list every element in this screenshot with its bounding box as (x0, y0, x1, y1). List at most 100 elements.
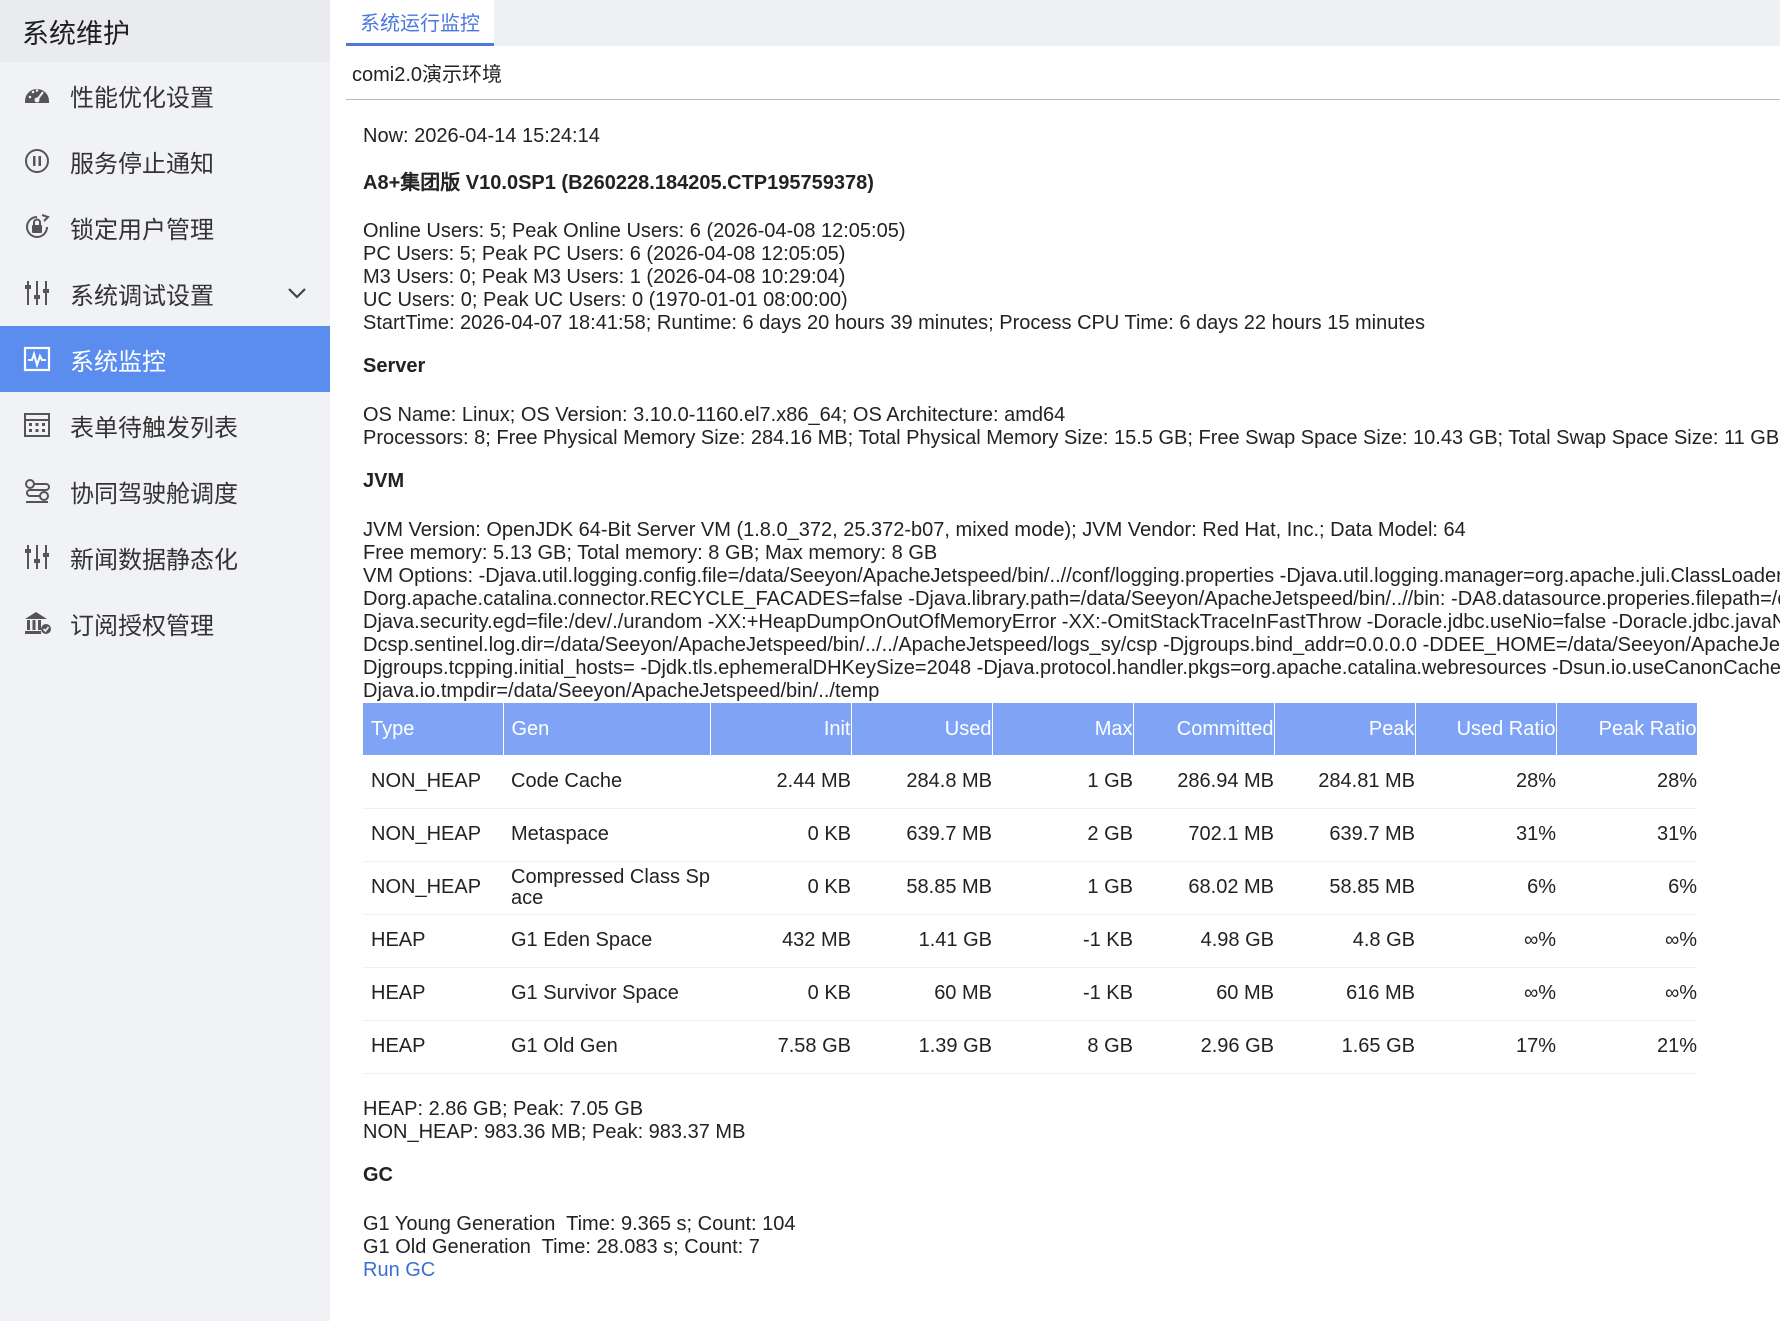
cell-peak: 616 MB (1274, 967, 1415, 1021)
non-heap-summary-line: NON_HEAP: 983.36 MB; Peak: 983.37 MB (363, 1120, 746, 1143)
sidebar-item-news-static[interactable]: 新闻数据静态化 (0, 524, 330, 590)
run-gc-link[interactable]: Run GC (363, 1259, 435, 1281)
sidebar-item-service-stop[interactable]: 服务停止通知 (0, 128, 330, 194)
cell-gen: G1 Survivor Space (503, 967, 710, 1021)
sidebar-item-subscription-auth[interactable]: 订阅授权管理 (0, 590, 330, 656)
cell-used: 1.39 GB (851, 1020, 992, 1074)
monitor-content: Now: 2026-04-14 15:24:14 A8+集团版 V10.0SP1… (346, 100, 1780, 1282)
lock-user-icon (22, 212, 52, 242)
schedule-icon (22, 476, 52, 506)
cell-used: 58.85 MB (851, 861, 992, 915)
cell-used: 60 MB (851, 967, 992, 1021)
cell-type: NON_HEAP (363, 755, 503, 809)
sidebar-item-label: 订阅授权管理 (70, 612, 214, 640)
cell-init: 432 MB (710, 914, 851, 968)
cell-peak-ratio: 28% (1556, 755, 1697, 809)
user-stats-line: Online Users: 5; Peak Online Users: 6 (2… (363, 220, 906, 242)
cell-max: 1 GB (992, 755, 1133, 809)
sidebar-item-label: 新闻数据静态化 (70, 546, 238, 574)
column-header-gen: Gen (503, 703, 711, 755)
cell-used-ratio: 31% (1415, 808, 1556, 862)
cell-used: 639.7 MB (851, 808, 992, 862)
cell-peak-ratio: 21% (1556, 1020, 1697, 1074)
vm-options-line: Djava.io.tmpdir=/data/Seeyon/ApacheJetsp… (363, 680, 880, 702)
table-header-row: Type Gen Init Used Max Committed Peak Us… (363, 703, 1698, 755)
cell-init: 0 KB (710, 861, 851, 915)
cell-type: NON_HEAP (363, 861, 503, 915)
cell-used-ratio: 6% (1415, 861, 1556, 915)
cell-type: HEAP (363, 967, 503, 1021)
sliders-icon (22, 542, 52, 572)
cell-committed: 2.96 GB (1133, 1020, 1274, 1074)
cell-max: -1 KB (992, 914, 1133, 968)
sidebar-item-label: 系统调试设置 (70, 282, 214, 310)
sidebar-item-label: 表单待触发列表 (70, 414, 238, 442)
user-stats-line: M3 Users: 0; Peak M3 Users: 1 (2026-04-0… (363, 266, 846, 288)
sidebar-item-debug-settings[interactable]: 系统调试设置 (0, 260, 330, 326)
heap-summary-line: HEAP: 2.86 GB; Peak: 7.05 GB (363, 1097, 644, 1120)
cell-max: 1 GB (992, 861, 1133, 915)
cell-max: 2 GB (992, 808, 1133, 862)
sidebar-item-label: 锁定用户管理 (70, 216, 214, 244)
tab-system-monitor[interactable]: 系统运行监控 (346, 0, 494, 46)
cell-peak-ratio: ∞% (1556, 914, 1697, 968)
vm-options-line: Dorg.apache.catalina.connector.RECYCLE_F… (363, 588, 1780, 610)
table-row: HEAP G1 Survivor Space 0 KB 60 MB -1 KB … (363, 967, 1697, 1021)
cell-gen: Code Cache (503, 755, 710, 809)
server-info-line: Processors: 8; Free Physical Memory Size… (363, 427, 1780, 449)
table-row: HEAP G1 Eden Space 432 MB 1.41 GB -1 KB … (363, 914, 1697, 968)
cell-peak-ratio: 31% (1556, 808, 1697, 862)
jvm-heading: JVM (363, 470, 405, 492)
cell-init: 2.44 MB (710, 755, 851, 809)
cell-used-ratio: ∞% (1415, 914, 1556, 968)
sidebar-item-system-monitor[interactable]: 系统监控 (0, 326, 330, 392)
sidebar-item-label: 协同驾驶舱调度 (70, 480, 238, 508)
gc-info-line: G1 Old Generation Time: 28.083 s; Count:… (363, 1235, 760, 1258)
cell-used: 1.41 GB (851, 914, 992, 968)
table-row: NON_HEAP Code Cache 2.44 MB 284.8 MB 1 G… (363, 755, 1697, 809)
sidebar-item-label: 系统监控 (70, 348, 166, 376)
cell-committed: 286.94 MB (1133, 755, 1274, 809)
sidebar-item-cockpit-schedule[interactable]: 协同驾驶舱调度 (0, 458, 330, 524)
sidebar-item-locked-users[interactable]: 锁定用户管理 (0, 194, 330, 260)
column-header-used-ratio: Used Ratio (1415, 703, 1557, 755)
sidebar-item-form-trigger-list[interactable]: 表单待触发列表 (0, 392, 330, 458)
sidebar-title: 系统维护 (0, 0, 330, 62)
column-header-committed: Committed (1133, 703, 1275, 755)
chevron-down-icon[interactable] (286, 282, 308, 304)
bank-icon (22, 608, 52, 638)
column-header-peak-ratio: Peak Ratio (1556, 703, 1698, 755)
cell-gen: G1 Eden Space (503, 914, 710, 968)
runtime-line: StartTime: 2026-04-07 18:41:58; Runtime:… (363, 312, 1426, 334)
gc-heading: GC (363, 1163, 393, 1186)
sliders-icon (22, 278, 52, 308)
column-header-max: Max (992, 703, 1134, 755)
main-panel: 系统运行监控 comi2.0演示环境 Now: 2026-04-14 15:24… (346, 0, 1780, 1321)
environment-name: comi2.0演示环境 (346, 46, 1780, 100)
cell-init: 0 KB (710, 808, 851, 862)
table-row: NON_HEAP Metaspace 0 KB 639.7 MB 2 GB 70… (363, 808, 1697, 862)
memory-pool-table: Type Gen Init Used Max Committed Peak Us… (363, 703, 1698, 1074)
cell-used: 284.8 MB (851, 755, 992, 809)
column-header-type: Type (363, 703, 504, 755)
user-stats-line: UC Users: 0; Peak UC Users: 0 (1970-01-0… (363, 289, 848, 311)
cell-type: HEAP (363, 914, 503, 968)
cell-used-ratio: 28% (1415, 755, 1556, 809)
cell-used-ratio: 17% (1415, 1020, 1556, 1074)
cell-used-ratio: ∞% (1415, 967, 1556, 1021)
pause-circle-icon (22, 146, 52, 176)
cell-peak: 284.81 MB (1274, 755, 1415, 809)
user-stats-line: PC Users: 5; Peak PC Users: 6 (2026-04-0… (363, 243, 846, 265)
table-row: HEAP G1 Old Gen 7.58 GB 1.39 GB 8 GB 2.9… (363, 1020, 1697, 1074)
cell-gen: G1 Old Gen (503, 1020, 710, 1074)
product-version: A8+集团版 V10.0SP1 (B260228.184205.CTP19575… (363, 172, 874, 194)
cell-gen: Metaspace (503, 808, 710, 862)
current-time: Now: 2026-04-14 15:24:14 (363, 125, 600, 147)
cell-type: HEAP (363, 1020, 503, 1074)
vm-options-line: Dcsp.sentinel.log.dir=/data/Seeyon/Apach… (363, 634, 1780, 656)
cell-committed: 68.02 MB (1133, 861, 1274, 915)
vm-options-line: VM Options: -Djava.util.logging.config.f… (363, 565, 1780, 587)
vm-options-line: Djava.security.egd=file:/dev/./urandom -… (363, 611, 1780, 633)
sidebar-item-performance[interactable]: 性能优化设置 (0, 62, 330, 128)
cell-gen: Compressed Class Space (503, 861, 710, 915)
